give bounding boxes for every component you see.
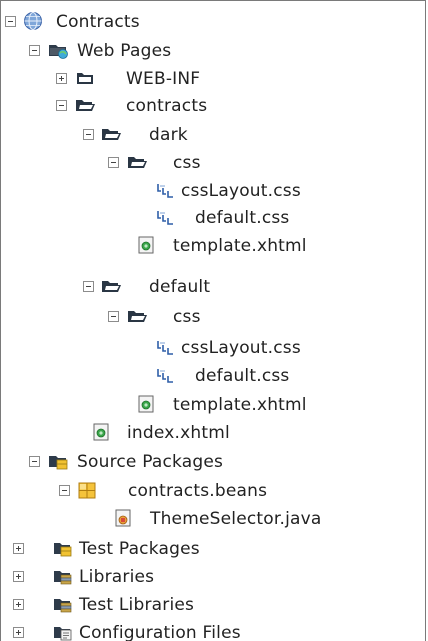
tree-node-css[interactable]: css (1, 302, 425, 331)
tree-node-label: Configuration Files (79, 623, 241, 641)
css-file-icon (156, 365, 176, 385)
tree-node-label: template.xhtml (173, 395, 307, 415)
globe-icon (23, 11, 43, 31)
tree-node-default-css[interactable]: default.css (1, 203, 425, 232)
css-file-icon (156, 337, 176, 357)
tree-node-label: Test Libraries (79, 595, 195, 615)
tree-node-default[interactable]: default (1, 272, 425, 301)
tree-node-label: default (149, 277, 211, 297)
collapse-toggle[interactable] (108, 311, 119, 322)
expand-toggle[interactable] (13, 627, 24, 638)
tree-node-label: dark (149, 125, 188, 145)
css-file-icon (156, 180, 176, 200)
source-packages-icon (48, 451, 68, 471)
folder-icon (75, 68, 95, 88)
folder-icon (101, 124, 121, 144)
tree-node-label: Contracts (56, 12, 140, 32)
tree-node-libraries[interactable]: Libraries (1, 562, 425, 591)
java-file-icon (113, 508, 133, 528)
tree-node-label: template.xhtml (173, 236, 307, 256)
tree-node-template-xhtml[interactable]: template.xhtml (1, 231, 425, 260)
tree-node-label: ThemeSelector.java (150, 509, 322, 529)
tree-node-label: contracts.beans (128, 481, 268, 501)
project-tree: Contracts Web Pages WEB-INF contracts da… (0, 0, 426, 641)
css-file-icon (156, 207, 176, 227)
tree-node-test-packages[interactable]: Test Packages (1, 534, 425, 563)
tree-node-index-xhtml[interactable]: index.xhtml (1, 418, 425, 447)
tree-node-label: index.xhtml (127, 423, 230, 443)
folder-icon (127, 152, 147, 172)
collapse-toggle[interactable] (29, 45, 40, 56)
tree-node-label: default.css (195, 366, 290, 386)
tree-node-dark[interactable]: dark (1, 120, 425, 149)
tree-node-configuration-files[interactable]: Configuration Files (1, 618, 425, 641)
tree-node-label: cssLayout.css (181, 338, 301, 358)
tree-node-label: default.css (195, 208, 290, 228)
tree-node-label: Test Packages (79, 539, 200, 559)
collapse-toggle[interactable] (5, 16, 16, 27)
tree-node-source-packages[interactable]: Source Packages (1, 447, 425, 476)
tree-node-themeselector-java[interactable]: ThemeSelector.java (1, 504, 425, 533)
tree-node-label: Libraries (79, 567, 155, 587)
collapse-toggle[interactable] (83, 129, 94, 140)
libraries-icon (53, 566, 73, 586)
folder-icon (127, 306, 147, 326)
tree-node-label: css (173, 153, 201, 173)
folder-icon (101, 276, 121, 296)
tree-node-label: cssLayout.css (181, 181, 301, 201)
xhtml-file-icon (136, 235, 156, 255)
tree-node-test-libraries[interactable]: Test Libraries (1, 590, 425, 619)
collapse-toggle[interactable] (56, 100, 67, 111)
tree-node-web-inf[interactable]: WEB-INF (1, 64, 425, 93)
test-libraries-icon (53, 594, 73, 614)
folder-icon (75, 95, 95, 115)
tree-node-web-pages[interactable]: Web Pages (1, 36, 425, 65)
xhtml-file-icon (136, 394, 156, 414)
collapse-toggle[interactable] (29, 456, 40, 467)
tree-node-template-xhtml[interactable]: template.xhtml (1, 390, 425, 419)
configuration-files-icon (53, 622, 73, 641)
tree-node-csslayout-css[interactable]: cssLayout.css (1, 176, 425, 205)
expand-toggle[interactable] (56, 73, 67, 84)
tree-node-csslayout-css[interactable]: cssLayout.css (1, 333, 425, 362)
expand-toggle[interactable] (13, 599, 24, 610)
tree-node-contracts-beans[interactable]: contracts.beans (1, 476, 425, 505)
tree-node-contracts-folder[interactable]: contracts (1, 91, 425, 120)
collapse-toggle[interactable] (108, 157, 119, 168)
tree-node-css[interactable]: css (1, 148, 425, 177)
expand-toggle[interactable] (13, 543, 24, 554)
tree-node-label: contracts (126, 96, 208, 116)
test-packages-icon (53, 538, 73, 558)
tree-node-label: WEB-INF (126, 69, 201, 89)
package-icon (77, 480, 97, 500)
expand-toggle[interactable] (13, 571, 24, 582)
tree-node-default-css[interactable]: default.css (1, 361, 425, 390)
tree-node-label: css (173, 307, 201, 327)
xhtml-file-icon (91, 422, 111, 442)
web-folder-icon (48, 40, 68, 60)
tree-node-label: Source Packages (77, 452, 224, 472)
tree-node-label: Web Pages (77, 41, 172, 61)
tree-node-contracts-project[interactable]: Contracts (1, 7, 425, 36)
collapse-toggle[interactable] (83, 281, 94, 292)
collapse-toggle[interactable] (59, 485, 70, 496)
